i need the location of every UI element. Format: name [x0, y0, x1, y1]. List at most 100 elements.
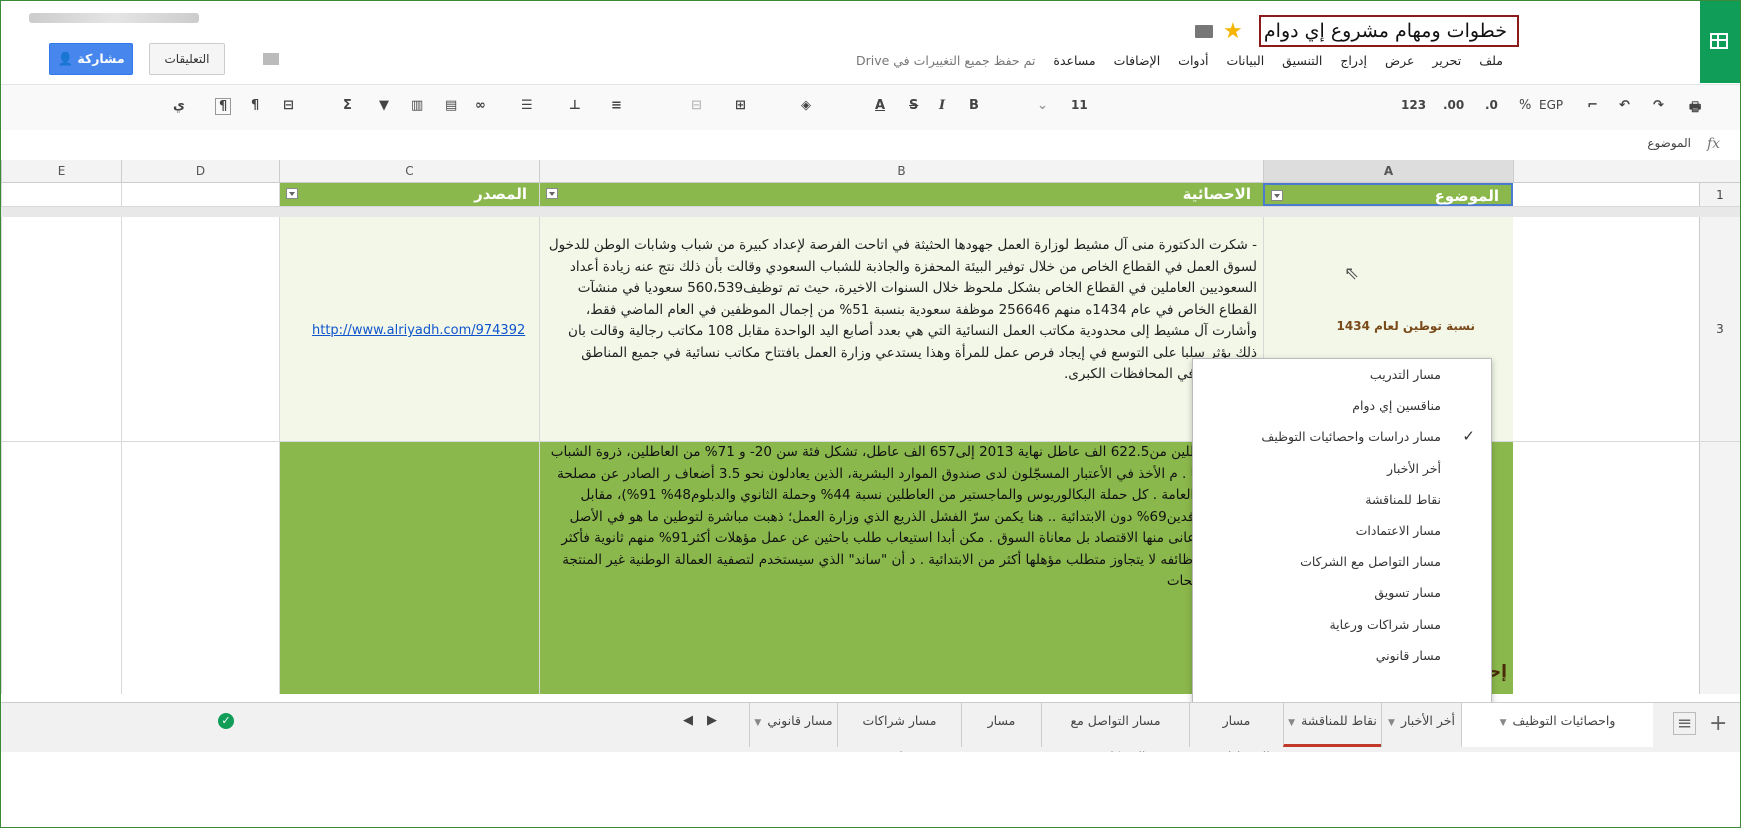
link-icon[interactable]: ∞ [475, 98, 486, 113]
menu-item[interactable]: مسار التواصل مع الشركات [1193, 546, 1491, 577]
text-color-button[interactable]: A [875, 98, 885, 113]
document-title[interactable]: خطوات ومهام مشروع إي دوام [1259, 15, 1519, 47]
menu-edit[interactable]: تحرير [1432, 53, 1461, 68]
filter-dropdown-icon[interactable] [1271, 190, 1283, 201]
chat-icon[interactable] [263, 53, 279, 65]
more-formats[interactable]: 123 [1401, 98, 1426, 112]
tab-scroll-right-icon[interactable]: ▶ [707, 713, 717, 728]
increase-decimal[interactable]: .00 [1443, 98, 1464, 112]
tab-dropdown-icon[interactable]: ▼ [1388, 718, 1395, 728]
sheet-tab[interactable]: أخر الأخبار ▼ [1381, 703, 1461, 747]
folder-icon[interactable] [1195, 25, 1213, 38]
menu-item[interactable]: مسار شراكات ورعاية [1193, 609, 1491, 640]
cell-e4[interactable] [1, 442, 121, 694]
paint-format-icon[interactable]: ⌐ [1587, 98, 1598, 113]
decrease-decimal[interactable]: .0 [1485, 98, 1498, 112]
currency-format[interactable]: EGP [1539, 98, 1563, 112]
menu-addons[interactable]: الإضافات [1114, 53, 1161, 68]
header-cell-source[interactable]: المصدر [279, 183, 539, 206]
functions-button[interactable]: Σ [343, 98, 352, 113]
cell-source[interactable]: http://www.alriyadh.com/974392 [279, 217, 539, 441]
col-header-a[interactable]: A [1263, 160, 1513, 182]
header-cell-stat[interactable]: الاحصائية [539, 183, 1263, 206]
rtl-icon[interactable]: ⊟ [283, 98, 294, 113]
col-header-e[interactable]: E [1, 160, 121, 182]
cell-stat[interactable]: - شكرت الدكتورة منى آل مشيط لوزارة العمل… [539, 217, 1263, 441]
sheets-logo[interactable] [1700, 1, 1740, 83]
tab-scroll-left-icon[interactable]: ◀ [683, 713, 693, 728]
menu-item[interactable]: مسار قانوني [1193, 640, 1491, 671]
sheet-tab[interactable]: واحصائيات التوظيف ▼ [1461, 703, 1653, 747]
col-header-d[interactable]: D [121, 160, 279, 182]
sheet-tab[interactable]: مسار التواصل مع الشركات▼ [1041, 703, 1189, 764]
undo-icon[interactable]: ↶ [1619, 98, 1630, 113]
percent-format[interactable]: % [1519, 98, 1531, 113]
chart-icon[interactable]: ▥ [411, 98, 423, 113]
menu-help[interactable]: مساعدة [1053, 53, 1095, 68]
toolbar: 🖶 ↷ ↶ ⌐ EGP % .0 .00 123 11 ⌄ B I S A ◈ … [1, 84, 1740, 132]
vertical-align-icon[interactable]: ⊥ [569, 98, 581, 113]
cell-stat[interactable]: ع عدد العاطلين من622.5 الف عاطل نهاية 20… [539, 442, 1263, 694]
tab-dropdown-icon[interactable]: ▼ [1288, 718, 1295, 728]
col-header-c[interactable]: C [279, 160, 539, 182]
menu-item-checked[interactable]: ✓ مسار دراسات واحصائيات التوظيف [1193, 421, 1491, 452]
share-button[interactable]: 👤 مشاركة [49, 43, 133, 75]
comments-button[interactable]: التعليقات [149, 43, 225, 75]
menu-item[interactable]: نقاط للمناقشة [1193, 484, 1491, 515]
tab-dropdown-icon[interactable]: ▼ [1500, 718, 1507, 728]
header-cell-topic[interactable]: الموضوع [1263, 183, 1513, 206]
menu-data[interactable]: البيانات [1226, 53, 1264, 68]
cell-d3[interactable] [121, 217, 279, 441]
font-size[interactable]: 11 [1071, 98, 1088, 112]
sheet-tab[interactable]: نقاط للمناقشة ▼ [1283, 703, 1381, 747]
row-number-empty[interactable] [1699, 442, 1740, 694]
cell-d1[interactable] [121, 183, 279, 206]
horizontal-align-icon[interactable]: ≡ [611, 98, 622, 113]
menu-file[interactable]: ملف [1479, 53, 1503, 68]
menu-item[interactable]: مسار تسويق [1193, 577, 1491, 608]
italic-button[interactable]: I [939, 98, 945, 113]
paragraph-icon[interactable]: ¶ [215, 98, 232, 115]
sheet-tab[interactable]: مسار قانوني ▼ [749, 703, 837, 747]
cell-source[interactable] [279, 442, 539, 694]
frozen-divider[interactable] [1, 207, 1740, 217]
strikethrough-button[interactable]: S [909, 98, 918, 113]
menu-item[interactable]: مسار الاعتمادات [1193, 515, 1491, 546]
sheet-list-icon[interactable]: ≡ [1673, 712, 1697, 735]
menu-view[interactable]: عرض [1385, 53, 1414, 68]
row-number[interactable]: 1 [1699, 183, 1740, 206]
borders-icon[interactable]: ⊞ [735, 98, 746, 113]
font-size-dropdown-icon[interactable]: ⌄ [1037, 98, 1048, 113]
cell-d4[interactable] [121, 442, 279, 694]
sheet-tab[interactable]: مسار الاعتمادات▼ [1189, 703, 1283, 764]
merge-cells-icon[interactable]: ⊟ [691, 98, 702, 113]
redo-icon[interactable]: ↷ [1653, 98, 1664, 113]
source-link[interactable]: http://www.alriyadh.com/974392 [312, 323, 525, 338]
menu-item[interactable]: أخر الأخبار [1193, 453, 1491, 484]
menu-format[interactable]: التنسيق [1282, 53, 1322, 68]
cell-e3[interactable] [1, 217, 121, 441]
cell-e1[interactable] [1, 183, 121, 206]
menu-insert[interactable]: إدراج [1340, 53, 1367, 68]
ltr-icon[interactable]: ¶ [251, 98, 259, 113]
tab-dropdown-icon[interactable]: ▼ [754, 718, 761, 728]
menu-tools[interactable]: أدوات [1178, 53, 1208, 68]
filter-icon[interactable]: ▼ [379, 98, 389, 113]
print-icon[interactable]: 🖶 [1689, 98, 1701, 120]
col-header-b[interactable]: B [539, 160, 1263, 182]
bold-button[interactable]: B [969, 98, 979, 113]
row-number[interactable]: 3 [1699, 217, 1740, 441]
menu-item[interactable]: مناقسين إي دوام [1193, 390, 1491, 421]
filter-dropdown-icon[interactable] [546, 188, 558, 199]
star-icon[interactable]: ★ [1223, 19, 1243, 44]
comment-icon[interactable]: ▤ [445, 98, 457, 113]
formula-input[interactable]: الموضوع [1401, 136, 1691, 150]
text-wrap-icon[interactable]: ☰ [521, 98, 533, 113]
add-sheet-icon[interactable]: + [1709, 711, 1727, 736]
menu-item[interactable]: مسار التدريب [1193, 359, 1491, 390]
fill-color-icon[interactable]: ◈ [801, 98, 811, 113]
filter-dropdown-icon[interactable] [286, 188, 298, 199]
sheet-tab[interactable]: مسار تسويق▼ [961, 703, 1041, 764]
sheet-tab[interactable]: مسار شراكات ورعاية▼ [837, 703, 961, 764]
input-tools-icon[interactable]: ي [173, 98, 185, 113]
